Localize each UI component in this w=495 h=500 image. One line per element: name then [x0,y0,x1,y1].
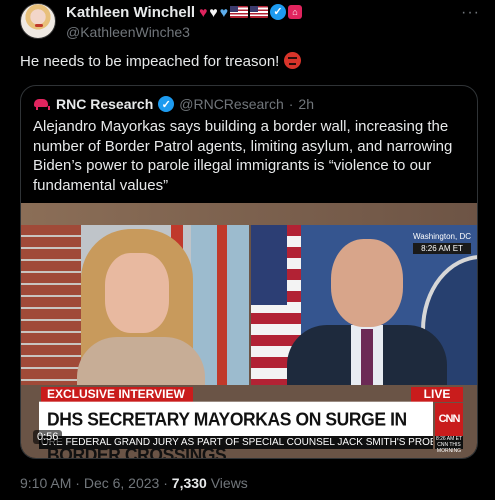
show-name: CNN THIS MORNING [436,442,462,454]
tweet-meta: 9:10 AM · Dec 6, 2023 · 7,330 Views [20,475,248,491]
white-heart-icon: ♥ [209,4,218,20]
red-heart-icon: ♥ [199,4,208,20]
post-time[interactable]: 9:10 AM [20,475,71,491]
verified-icon[interactable]: ✓ [270,4,286,20]
quote-text: Alejandro Mayorkas says building a borde… [33,118,453,194]
views-label: Views [210,475,248,491]
guest-video-pane: Washington, DC 8:26 AM ET [251,225,477,385]
author-badges: ♥ ♥ ♥ ✓ ⌂ [199,4,302,20]
author-handle[interactable]: @KathleenWinche3 [66,24,302,40]
us-flag-icon [230,6,248,18]
clock-label: 8:26 AM ET [413,243,471,254]
separator-dot: · [288,96,294,112]
angry-face-icon [283,52,301,69]
headline-chyron: DHS SECRETARY MAYORKAS ON SURGE IN BORDE… [39,401,433,458]
rnc-elephant-icon [33,97,51,111]
avatar[interactable] [20,3,56,39]
news-ticker: ORE FEDERAL GRAND JURY AS PART OF SPECIA… [39,436,433,449]
more-options-icon[interactable]: ··· [461,4,480,22]
location-tag: Washington, DC 8:26 AM ET [413,231,471,254]
quote-author-handle: @RNCResearch [179,96,284,112]
blue-heart-icon: ♥ [219,4,228,20]
quote-author-name[interactable]: RNC Research [56,96,153,112]
views-count: 7,330 [171,475,207,491]
verified-icon: ✓ [158,96,175,112]
author-display-name[interactable]: Kathleen Winchell [66,4,195,21]
cnn-logo: CNN [435,403,463,436]
exclusive-interview-banner: EXCLUSIVE INTERVIEW [41,387,193,402]
live-badge: LIVE [411,387,463,402]
quoted-tweet[interactable]: RNC Research ✓ @RNCResearch · 2h Alejand… [20,85,478,459]
location-label: Washington, DC [413,232,471,241]
tweet-body: He needs to be impeached for treason! [20,53,280,70]
video-player[interactable]: Washington, DC 8:26 AM ET EXCLUSIVE INTE… [21,203,477,458]
us-flag-icon [250,6,268,18]
tweet-header: Kathleen Winchell ♥ ♥ ♥ ✓ ⌂ @KathleenWin… [20,0,480,46]
anchor-video-pane [21,225,249,385]
tweet-text: He needs to be impeached for treason! [20,52,480,72]
video-timestamp: 0:56 [33,430,63,444]
post-date[interactable]: Dec 6, 2023 [84,475,160,491]
red-house-icon: ⌂ [288,5,302,19]
quote-time: 2h [298,96,314,112]
show-bug: 8:26 AM ET CNN THIS MORNING [435,436,463,454]
